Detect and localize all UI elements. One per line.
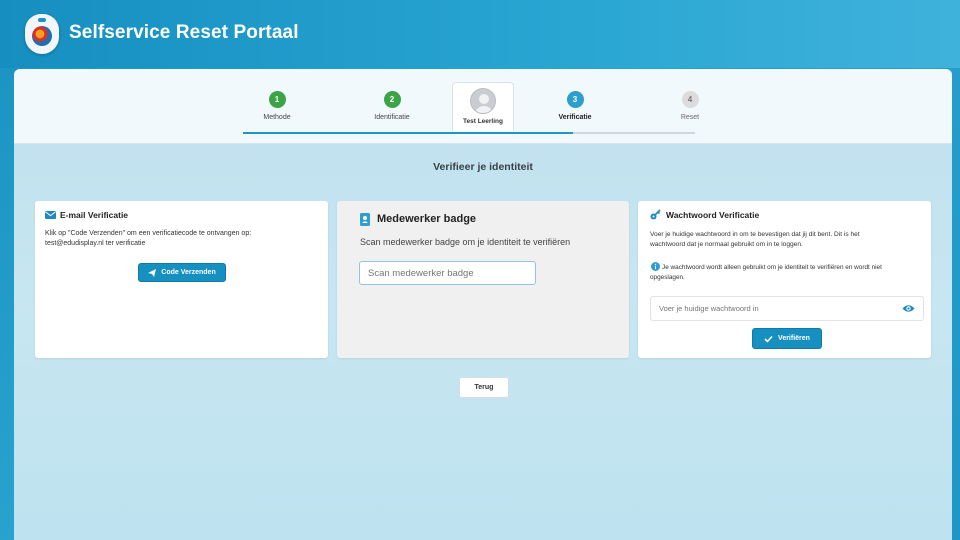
back-button[interactable]: Terug bbox=[459, 377, 509, 398]
password-field[interactable] bbox=[650, 296, 924, 321]
email-card-text-line1: Klik op "Code Verzenden" om een verifica… bbox=[45, 230, 252, 237]
app-logo bbox=[25, 14, 59, 54]
avatar-head bbox=[479, 94, 489, 104]
send-code-button[interactable]: Code Verzenden bbox=[138, 263, 226, 282]
email-card-text-line2: test@edudisplay.nl ter verificatie bbox=[45, 240, 146, 247]
step-indicator: 1 Methode 2 Identificatie Test Leerling … bbox=[14, 69, 952, 144]
step-track-progress bbox=[243, 132, 573, 134]
step-label: Reset bbox=[680, 114, 700, 121]
top-bar: Selfservice Reset Portaal bbox=[0, 0, 960, 68]
verify-label: Verifiëren bbox=[778, 335, 810, 342]
email-verification-card: E-mail Verificatie Klik op "Code Verzend… bbox=[35, 201, 328, 358]
checkmark-icon bbox=[764, 335, 773, 343]
email-card-title: E-mail Verificatie bbox=[60, 210, 129, 220]
app-title: Selfservice Reset Portaal bbox=[69, 22, 299, 43]
password-verification-card: Wachtwoord Verificatie Voer je huidige w… bbox=[638, 201, 931, 358]
avatar-body bbox=[475, 106, 493, 113]
badge-card-description: Scan medewerker badge om je identiteit t… bbox=[360, 237, 571, 247]
step-number: 4 bbox=[681, 91, 699, 108]
send-code-label: Code Verzenden bbox=[161, 269, 216, 276]
badge-scan-input[interactable] bbox=[359, 261, 536, 285]
badge-card-title: Medewerker badge bbox=[377, 213, 477, 225]
step-label: Verificatie bbox=[558, 114, 592, 121]
step-label: Identificatie bbox=[374, 114, 410, 121]
page-title: Verifieer je identiteit bbox=[433, 161, 533, 173]
password-info-line1: Je wachtwoord wordt alleen gebruikt om j… bbox=[662, 264, 882, 271]
id-badge-icon bbox=[360, 213, 370, 226]
password-input[interactable] bbox=[651, 297, 891, 320]
key-icon bbox=[650, 209, 661, 220]
password-card-text-line2: wachtwoord dat je normaal gebruikt om in… bbox=[650, 241, 803, 248]
logo-emblem-icon bbox=[32, 26, 52, 46]
user-profile-tab: Test Leerling bbox=[452, 82, 514, 131]
step-identificatie: 2 Identificatie bbox=[347, 91, 437, 121]
verify-button[interactable]: Verifiëren bbox=[752, 328, 822, 349]
step-verificatie: 3 Verificatie bbox=[530, 91, 620, 121]
avatar bbox=[470, 88, 496, 114]
envelope-icon bbox=[45, 211, 56, 219]
step-label: Methode bbox=[263, 114, 291, 121]
password-info-text: Je wachtwoord wordt alleen gebruikt om j… bbox=[650, 263, 882, 283]
step-reset: 4 Reset bbox=[645, 91, 735, 121]
step-number: 1 bbox=[268, 91, 286, 108]
user-name: Test Leerling bbox=[463, 118, 503, 125]
eye-icon[interactable] bbox=[902, 303, 915, 314]
password-card-title: Wachtwoord Verificatie bbox=[666, 210, 760, 220]
badge-verification-card: Medewerker badge Scan medewerker badge o… bbox=[337, 201, 629, 358]
step-methode: 1 Methode bbox=[232, 91, 322, 121]
email-card-text: Klik op "Code Verzenden" om een verifica… bbox=[45, 229, 251, 249]
password-card-text: Voer je huidige wachtwoord in om te beve… bbox=[650, 230, 860, 250]
step-number: 2 bbox=[383, 91, 401, 108]
step-number: 3 bbox=[566, 91, 584, 108]
send-icon bbox=[148, 268, 157, 277]
password-info-line2: opgeslagen. bbox=[650, 274, 685, 281]
password-card-text-line1: Voer je huidige wachtwoord in om te beve… bbox=[650, 231, 860, 238]
logo-keyring-hole bbox=[38, 18, 46, 22]
main-panel: 1 Methode 2 Identificatie Test Leerling … bbox=[14, 69, 952, 540]
